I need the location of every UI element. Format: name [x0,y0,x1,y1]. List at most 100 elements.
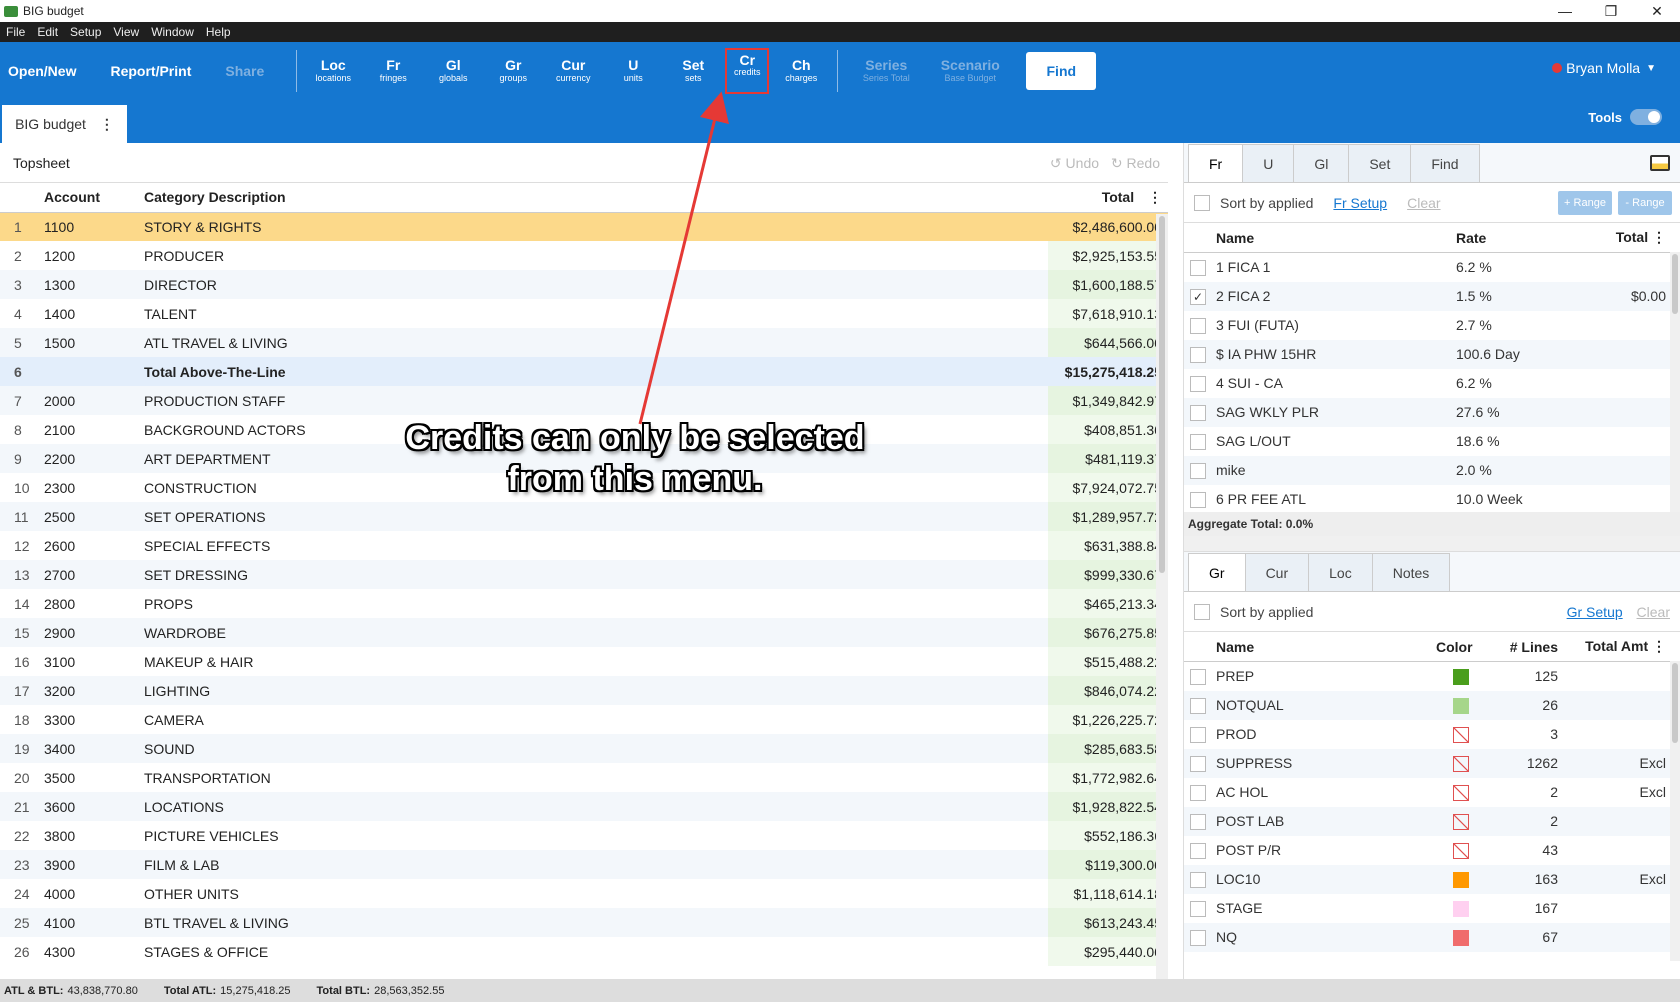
add-range-button[interactable]: + Range [1558,191,1612,215]
total-cell[interactable]: $613,243.45 [1048,908,1168,937]
description-cell[interactable]: Total Above-The-Line [140,357,1048,386]
total-cell[interactable]: $7,618,910.13 [1048,299,1168,328]
total-cell[interactable]: $1,289,957.72 [1048,502,1168,531]
total-cell[interactable]: $7,924,072.75 [1048,473,1168,502]
total-cell[interactable]: $631,388.84 [1048,531,1168,560]
group-checkbox[interactable] [1190,842,1206,859]
total-header[interactable]: Total ⋮ [1576,222,1680,253]
account-cell[interactable]: 1200 [40,241,140,270]
group-color[interactable] [1436,690,1486,720]
total-cell[interactable]: $1,349,842.97 [1048,386,1168,415]
table-row[interactable]: 23 3900 FILM & LAB $119,300.00 [0,850,1168,879]
total-cell[interactable]: $465,213.34 [1048,589,1168,618]
open-new-button[interactable]: Open/New [8,63,76,79]
list-item[interactable]: SAG WKLY PLR 27.6 % [1184,397,1680,427]
account-cell[interactable]: 2900 [40,618,140,647]
table-row[interactable]: 24 4000 OTHER UNITS $1,118,614.18 [0,879,1168,908]
account-header[interactable]: Account [40,183,140,213]
fringe-checkbox[interactable] [1190,433,1206,450]
table-row[interactable]: 6 Total Above-The-Line $15,275,418.25 [0,357,1168,386]
total-cell[interactable]: $295,440.00 [1048,937,1168,966]
group-checkbox[interactable] [1190,871,1206,888]
description-cell[interactable]: PICTURE VEHICLES [140,821,1048,850]
group-scrollbar[interactable] [1670,661,1680,961]
layout-icon[interactable] [1650,155,1670,171]
total-cell[interactable]: $1,118,614.18 [1048,879,1168,908]
group-checkbox[interactable] [1190,697,1206,714]
list-item[interactable]: PROD 3 [1184,720,1680,749]
tab-gr[interactable]: Gr [1188,553,1246,591]
description-cell[interactable]: CAMERA [140,705,1048,734]
fringes-button[interactable]: Fr fringes [363,57,423,83]
description-cell[interactable]: STAGES & OFFICE [140,937,1048,966]
report-print-button[interactable]: Report/Print [110,63,191,79]
menu-file[interactable]: File [6,25,25,39]
table-row[interactable]: 1 1100 STORY & RIGHTS $2,486,600.00 [0,212,1168,241]
table-row[interactable]: 20 3500 TRANSPORTATION $1,772,982.64 [0,763,1168,792]
description-cell[interactable]: SOUND [140,734,1048,763]
user-menu[interactable]: Bryan Molla ▼ [1552,60,1656,76]
group-checkbox[interactable] [1190,813,1206,830]
total-header[interactable]: Total ⋮ [1048,183,1168,213]
description-cell[interactable]: WARDROBE [140,618,1048,647]
group-checkbox[interactable] [1190,900,1206,917]
account-cell[interactable]: 1100 [40,212,140,241]
color-header[interactable]: Color [1436,631,1486,662]
description-header[interactable]: Category Description [140,183,1048,213]
undo-button[interactable]: Undo [1066,155,1099,171]
list-item[interactable]: AC HOL 2 Excl [1184,778,1680,807]
fr-setup-link[interactable]: Fr Setup [1333,195,1387,211]
table-row[interactable]: 22 3800 PICTURE VEHICLES $552,186.36 [0,821,1168,850]
total-cell[interactable]: $2,925,153.55 [1048,241,1168,270]
restore-button[interactable]: ❐ [1588,3,1634,20]
table-row[interactable]: 2 1200 PRODUCER $2,925,153.55 [0,241,1168,270]
tab-set[interactable]: Set [1348,144,1412,182]
table-row[interactable]: 14 2800 PROPS $465,213.34 [0,589,1168,618]
share-button[interactable]: Share [225,63,264,79]
account-cell[interactable]: 2600 [40,531,140,560]
total-cell[interactable]: $2,486,600.00 [1048,212,1168,241]
table-row[interactable]: 26 4300 STAGES & OFFICE $295,440.00 [0,937,1168,966]
group-checkbox[interactable] [1190,668,1206,685]
group-color[interactable] [1436,662,1486,691]
total-cell[interactable]: $644,566.00 [1048,328,1168,357]
tab-u[interactable]: U [1242,144,1295,182]
list-item[interactable]: $ IA PHW 15HR 100.6 Day [1184,339,1680,369]
account-cell[interactable]: 1400 [40,299,140,328]
sets-button[interactable]: Set sets [663,57,723,83]
description-cell[interactable]: OTHER UNITS [140,879,1048,908]
close-button[interactable]: ✕ [1634,3,1680,20]
description-cell[interactable]: DIRECTOR [140,270,1048,299]
total-cell[interactable]: $285,683.58 [1048,734,1168,763]
table-row[interactable]: 15 2900 WARDROBE $676,275.85 [0,618,1168,647]
list-item[interactable]: POST P/R 43 [1184,836,1680,865]
fringe-checkbox[interactable] [1190,375,1206,392]
group-color[interactable] [1436,778,1486,807]
group-color[interactable] [1436,836,1486,865]
table-row[interactable]: 16 3100 MAKEUP & HAIR $515,488.22 [0,647,1168,676]
account-cell[interactable]: 2000 [40,386,140,415]
list-item[interactable]: SUPPRESS 1262 Excl [1184,748,1680,778]
account-cell[interactable]: 3800 [40,821,140,850]
total-amt-header[interactable]: Total Amt ⋮ [1566,631,1680,662]
total-cell[interactable]: $676,275.85 [1048,618,1168,647]
group-color[interactable] [1436,748,1486,778]
table-row[interactable]: 7 2000 PRODUCTION STAFF $1,349,842.97 [0,386,1168,415]
list-item[interactable]: mike 2.0 % [1184,455,1680,485]
account-cell[interactable]: 1500 [40,328,140,357]
tab-find[interactable]: Find [1410,144,1480,182]
description-cell[interactable]: MAKEUP & HAIR [140,647,1048,676]
description-cell[interactable]: SPECIAL EFFECTS [140,531,1048,560]
account-cell[interactable]: 3400 [40,734,140,763]
account-cell[interactable]: 3500 [40,763,140,792]
description-cell[interactable]: LOCATIONS [140,792,1048,821]
list-item[interactable]: ✓ 2 FICA 2 1.5 % $0.00 [1184,281,1680,311]
list-item[interactable]: 3 FUI (FUTA) 2.7 % [1184,311,1680,340]
list-item[interactable]: PREP 125 [1184,662,1680,691]
tab-fr[interactable]: Fr [1188,144,1244,182]
remove-range-button[interactable]: - Range [1618,191,1672,215]
panel-splitter[interactable] [1184,536,1680,552]
account-cell[interactable]: 2200 [40,444,140,473]
account-cell[interactable]: 3100 [40,647,140,676]
total-cell[interactable]: $15,275,418.25 [1048,357,1168,386]
